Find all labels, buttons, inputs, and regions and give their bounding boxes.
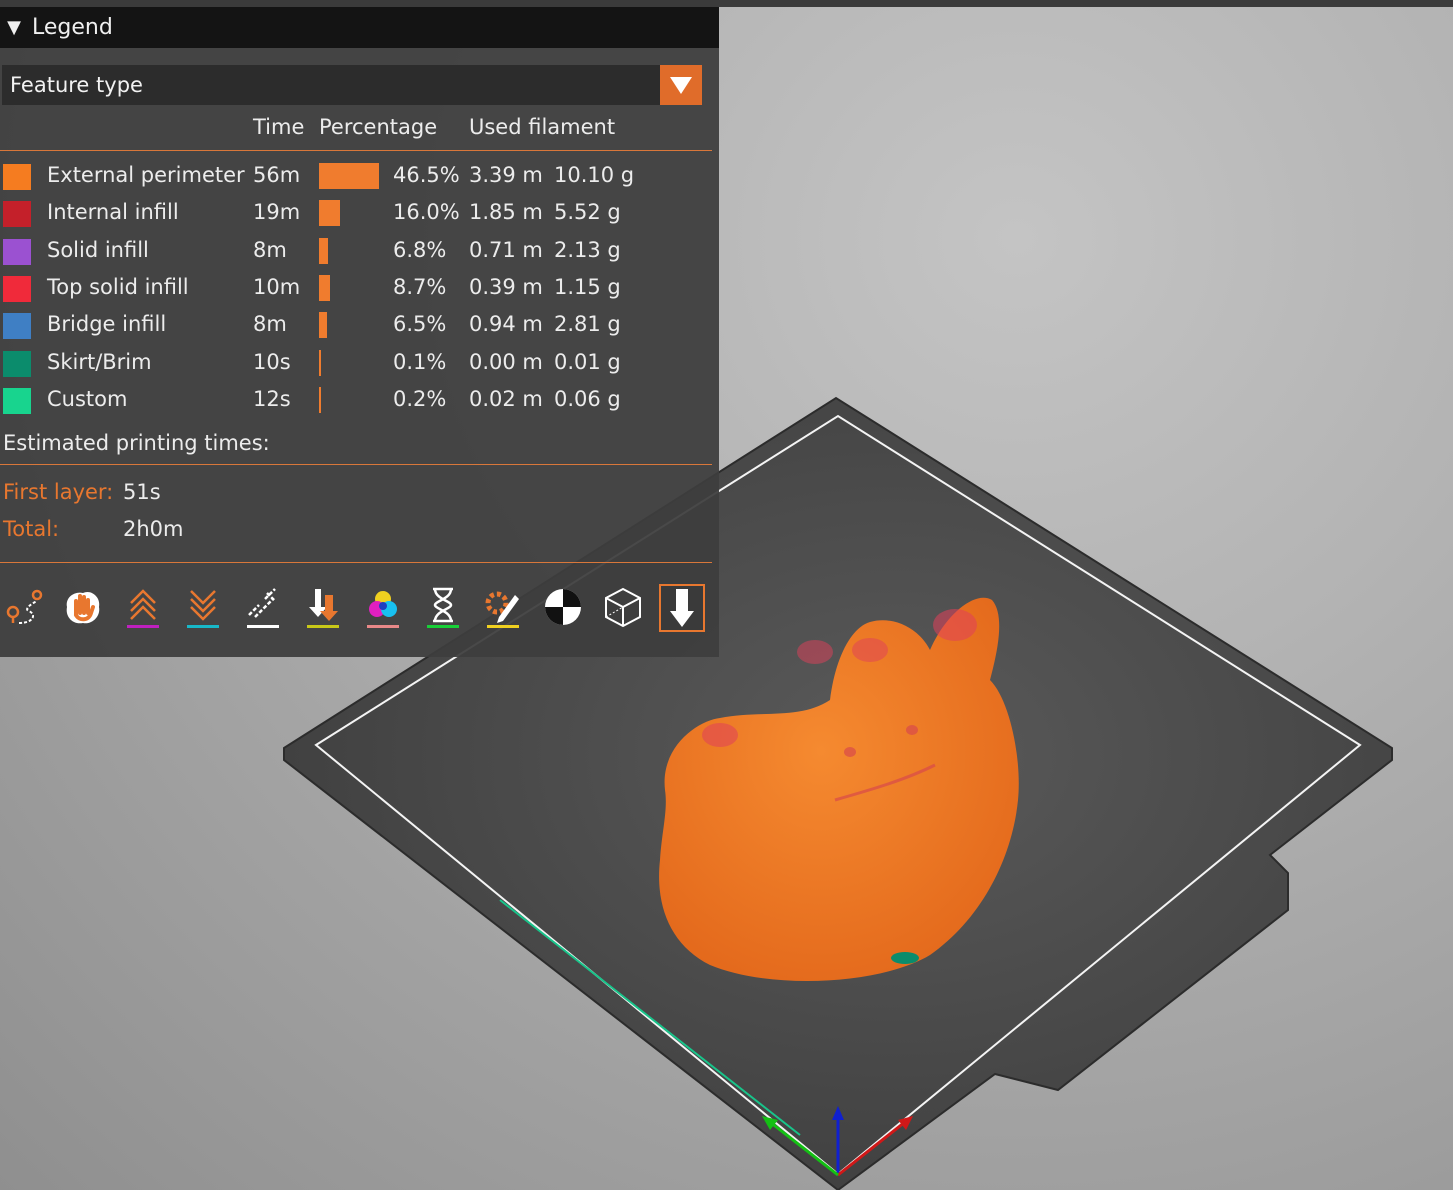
- feature-weight: 5.52 g: [554, 200, 621, 225]
- feature-weight: 0.01 g: [554, 349, 621, 374]
- color-swatch: [3, 387, 31, 414]
- color-swatch: [3, 350, 31, 377]
- seams-icon[interactable]: [240, 584, 286, 632]
- feature-length: 0.00 m: [469, 349, 543, 374]
- color-changes-icon[interactable]: [360, 584, 406, 632]
- feature-time: 12s: [253, 386, 291, 411]
- feature-percentage: 46.5%: [393, 163, 460, 187]
- color-swatch: [3, 164, 31, 190]
- retractions-icon[interactable]: [120, 584, 166, 632]
- legend-toolbar: [0, 584, 712, 636]
- feature-name: Custom: [47, 386, 128, 411]
- shells-icon[interactable]: [600, 584, 646, 632]
- feature-percentage: 0.2%: [393, 386, 447, 411]
- collapse-triangle-icon[interactable]: ▼: [0, 17, 28, 38]
- column-header-percentage: Percentage: [319, 115, 438, 139]
- percentage-bar: [319, 163, 379, 189]
- divider: [0, 464, 712, 465]
- color-swatch: [3, 201, 31, 228]
- total-label: Total:: [3, 517, 60, 541]
- legend-row[interactable]: Skirt/Brim 10s 0.1% 0.00 m 0.01 g: [0, 349, 712, 379]
- feature-name: Internal infill: [47, 200, 179, 225]
- percentage-bar: [319, 200, 340, 227]
- feature-percentage: 16.0%: [393, 200, 460, 225]
- legend-row[interactable]: Bridge infill 8m 6.5% 0.94 m 2.81 g: [0, 311, 712, 341]
- feature-length: 0.02 m: [469, 386, 543, 411]
- legend-row[interactable]: Custom 12s 0.2% 0.02 m 0.06 g: [0, 386, 712, 416]
- divider: [0, 150, 712, 151]
- legend-row[interactable]: Solid infill 8m 6.8% 0.71 m 2.13 g: [0, 237, 712, 267]
- legend-header[interactable]: ▼ Legend: [0, 7, 719, 48]
- feature-name: Skirt/Brim: [47, 349, 152, 374]
- feature-percentage: 8.7%: [393, 274, 447, 299]
- center-of-gravity-icon[interactable]: [540, 584, 586, 632]
- pause-prints-icon[interactable]: [420, 584, 466, 632]
- feature-time: 8m: [253, 237, 287, 262]
- deretractions-icon[interactable]: [180, 584, 226, 632]
- feature-time: 56m: [253, 163, 301, 187]
- color-swatch: [3, 238, 31, 265]
- feature-name: Solid infill: [47, 237, 149, 262]
- percentage-bar: [319, 274, 331, 301]
- legend-panel: ▼ Legend Feature type Time Percentage Us…: [0, 7, 719, 657]
- feature-length: 0.71 m: [469, 237, 543, 262]
- view-type-select[interactable]: Feature type: [2, 65, 702, 105]
- travel-icon[interactable]: [2, 584, 48, 632]
- feature-time: 19m: [253, 200, 301, 225]
- chevron-down-icon: [670, 76, 692, 94]
- feature-time: 10m: [253, 274, 301, 299]
- percentage-bar: [319, 349, 321, 376]
- divider: [0, 562, 712, 563]
- first-layer-value: 51s: [123, 480, 161, 504]
- feature-percentage: 6.5%: [393, 312, 447, 337]
- feature-weight: 0.06 g: [554, 386, 621, 411]
- percentage-bar: [319, 237, 328, 264]
- legend-row[interactable]: Internal infill 19m 16.0% 1.85 m 5.52 g: [0, 199, 712, 229]
- dropdown-button[interactable]: [660, 65, 702, 105]
- view-type-value: Feature type: [10, 73, 143, 97]
- feature-time: 8m: [253, 312, 287, 337]
- feature-length: 0.94 m: [469, 312, 543, 337]
- feature-time: 10s: [253, 349, 291, 374]
- feature-name: Top solid infill: [47, 274, 189, 299]
- legend-title: Legend: [32, 15, 113, 40]
- percentage-bar: [319, 312, 328, 339]
- feature-percentage: 0.1%: [393, 349, 447, 374]
- wipe-hand-icon[interactable]: [60, 584, 106, 632]
- top-bar: [0, 0, 1453, 7]
- feature-percentage: 6.8%: [393, 237, 447, 262]
- feature-length: 0.39 m: [469, 274, 543, 299]
- tool-changes-icon[interactable]: [300, 584, 346, 632]
- legend-row[interactable]: External perimeter 56m 46.5% 3.39 m 10.10 g: [0, 162, 712, 192]
- feature-weight: 2.13 g: [554, 237, 621, 262]
- color-swatch: [3, 275, 31, 302]
- feature-length: 3.39 m: [469, 163, 543, 187]
- estimated-times-title: Estimated printing times:: [3, 431, 270, 455]
- column-header-used-filament: Used filament: [469, 115, 616, 139]
- color-swatch: [3, 313, 31, 340]
- feature-weight: 2.81 g: [554, 312, 621, 337]
- feature-weight: 1.15 g: [554, 274, 621, 299]
- feature-name: Bridge infill: [47, 312, 167, 337]
- column-header-time: Time: [253, 115, 305, 139]
- tool-marker-icon[interactable]: [659, 584, 705, 632]
- custom-gcode-icon[interactable]: [480, 584, 526, 632]
- percentage-bar: [319, 386, 321, 413]
- legend-row[interactable]: Top solid infill 10m 8.7% 0.39 m 1.15 g: [0, 274, 712, 304]
- feature-length: 1.85 m: [469, 200, 543, 225]
- first-layer-label: First layer:: [3, 480, 114, 504]
- feature-weight: 10.10 g: [554, 163, 635, 187]
- total-value: 2h0m: [123, 517, 184, 541]
- feature-name: External perimeter: [47, 163, 245, 187]
